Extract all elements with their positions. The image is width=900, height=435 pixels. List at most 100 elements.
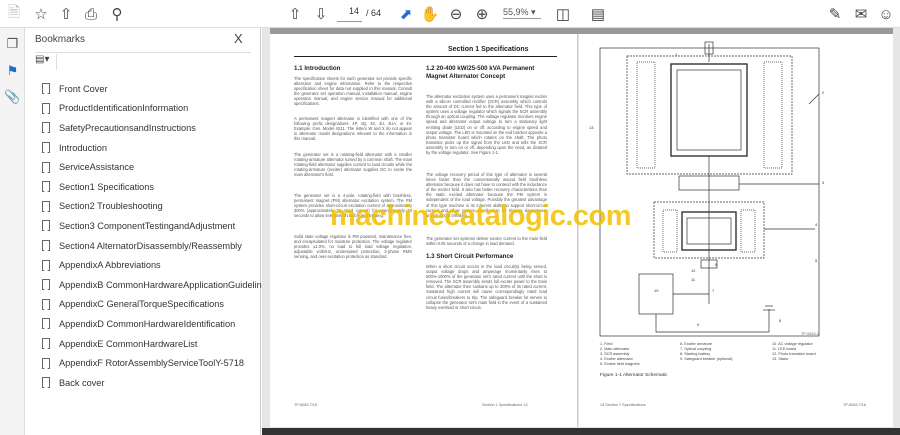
bookmark-item[interactable]: Section2 Troubleshooting [42,197,257,217]
bookmark-label: AppendixD CommonHardwareIdentification [59,318,236,329]
bookmark-item[interactable]: AppendixC GeneralTorqueSpecifications [42,295,257,315]
bookmark-list: Front Cover ProductIdentificationInformat… [42,79,271,393]
svg-text:8: 8 [779,318,782,323]
bookmark-options-button[interactable]: ▤▾ [35,54,57,70]
page-total: / 64 [366,8,382,18]
zoom-select[interactable]: 55,9% ▾ [503,7,541,19]
watermark: machinecatalogic.com [330,200,632,232]
bookmark-label: Back cover [59,377,105,388]
bookmark-icon [42,220,50,232]
hand-icon[interactable]: ✋ [420,4,440,24]
svg-text:9: 9 [697,322,700,327]
svg-text:6: 6 [715,262,718,267]
figure-caption: Figure 1-1 Alternator Schematic [600,373,668,378]
bookmark-item[interactable]: Section4 AlternatorDisassembly/Reassembl… [42,236,257,256]
diagram-ref: TP-5353-1 [801,332,819,336]
zoom-out-icon[interactable]: ⊖ [446,4,466,24]
bookmark-icon [42,181,50,193]
heading-1-1: 1.1 Introduction [294,65,341,72]
search-icon[interactable]: ⚲ [107,4,127,24]
footer-left: TP-6083 7/16 [294,403,318,407]
divider [35,52,251,53]
bookmark-label: AppendixA Abbreviations [59,260,161,271]
legend-item: 13. Stator [772,357,789,361]
bookmark-label: ServiceAssistance [59,162,135,173]
svg-text:13: 13 [589,125,594,130]
bookmark-icon [42,240,50,252]
svg-text:5: 5 [815,258,818,263]
bookmark-icon [42,102,50,114]
bookmark-star-icon[interactable]: ☆ [31,4,51,24]
bookmark-label: AppendixB CommonHardwareApplicationGuide… [59,279,272,290]
bookmark-label: AppendixF RotorAssemblyServiceToolY-5718 [59,358,245,369]
paragraph: The generator set is a rotating-field al… [294,152,412,178]
bookmark-item[interactable]: Introduction [42,138,257,158]
page-up-icon[interactable]: ⇧ [285,4,305,24]
bookmark-item[interactable]: Back cover [42,373,257,393]
panel-title: Bookmarks [35,34,86,45]
bookmark-item[interactable]: Section3 ComponentTestingandAdjustment [42,216,257,236]
heading-1-3: 1.3 Short Circuit Performance [426,253,514,260]
bookmark-label: SafetyPrecautionsandInstructions [59,122,196,133]
share-user-icon[interactable]: ☺ [876,4,896,24]
pages-icon[interactable]: ❐ [4,36,21,53]
zoom-in-icon[interactable]: ⊕ [472,4,492,24]
svg-text:3: 3 [822,180,825,185]
bookmark-icon [42,318,50,330]
bookmark-item[interactable]: AppendixB CommonHardwareApplicationGuide… [42,275,271,295]
bookmark-item[interactable]: Section1 Specifications [42,177,257,197]
alternator-schematic: 123 456 789 10111213 [589,41,825,337]
footer-right: Section 1 Specifications 13 [482,403,528,407]
svg-text:4: 4 [815,222,818,227]
bookmark-label: AppendixE CommonHardwareList [59,338,198,349]
paragraph: The alternator excitation system uses a … [426,94,547,156]
save-icon[interactable]: 🗎 [4,4,24,24]
bookmark-item[interactable]: AppendixA Abbreviations [42,255,257,275]
page-number-input[interactable]: 14 [337,6,362,22]
bookmark-icon [42,377,50,389]
fit-page-icon[interactable]: ◫ [553,4,573,24]
paragraph: Solid state voltage regulator is PM powe… [294,234,412,260]
bookmark-item[interactable]: Front Cover [42,79,257,99]
bookmark-label: Section1 Specifications [59,181,154,192]
legend-item: 9. Safeguard breaker (optional) [680,357,733,361]
left-rail: ❐ ⚑ 📎 [0,28,25,435]
legend-item: 5. Exciter field magnets [600,362,640,366]
zoom-value: 55,9% [503,7,529,17]
bookmark-item[interactable]: ServiceAssistance [42,157,257,177]
bookmark-icon [42,279,50,291]
bookmark-item[interactable]: SafetyPrecautionsandInstructions [42,118,257,138]
paragraph: When a short circuit occurs in the load … [426,264,547,310]
bookmark-label: Front Cover [59,83,108,94]
bookmark-label: Section2 Troubleshooting [59,201,163,212]
svg-text:12: 12 [691,268,696,273]
select-arrow-icon[interactable]: ⬈ [396,4,416,24]
bookmarks-icon[interactable]: ⚑ [4,63,21,80]
bookmarks-panel: Bookmarks X ▤▾ Front Cover ProductIdentif… [25,28,271,435]
page-down-icon[interactable]: ⇩ [311,4,331,24]
svg-text:2: 2 [822,90,825,95]
email-icon[interactable]: ✉ [851,4,871,24]
bookmark-item[interactable]: AppendixE CommonHardwareList [42,334,257,354]
bookmark-icon [42,122,50,134]
upload-icon[interactable]: ⇧ [56,4,76,24]
bookmark-icon [42,142,50,154]
attachment-icon[interactable]: 📎 [4,89,21,106]
bookmark-icon [42,259,50,271]
footer-left: 14 Section 1 Specifications [600,403,646,407]
header-rule [294,56,557,57]
bookmark-item[interactable]: AppendixD CommonHardwareIdentification [42,314,257,334]
scroll-mode-icon[interactable]: ▤ [588,4,608,24]
print-icon[interactable]: ⎙ [81,4,101,24]
paragraph: A permanent magnet alternator is identif… [294,116,412,142]
sign-icon[interactable]: ✎ [825,4,845,24]
bookmark-item[interactable]: AppendixF RotorAssemblyServiceToolY-5718 [42,353,257,373]
bookmark-item[interactable]: ProductIdentificationInformation [42,99,257,119]
svg-text:1: 1 [675,52,678,57]
toolbar: 🗎 ☆ ⇧ ⎙ ⚲ ⇧ ⇩ 14 / 64 ⬈ ✋ ⊖ ⊕ 55,9% ▾ ◫ … [0,0,900,28]
footer-right: TP-6083 7/16 [843,403,867,407]
section-header: Section 1 Specifications [448,46,529,53]
bookmark-icon [42,298,50,310]
close-icon[interactable]: X [234,31,243,46]
bookmark-label: Section3 ComponentTestingandAdjustment [59,220,236,231]
